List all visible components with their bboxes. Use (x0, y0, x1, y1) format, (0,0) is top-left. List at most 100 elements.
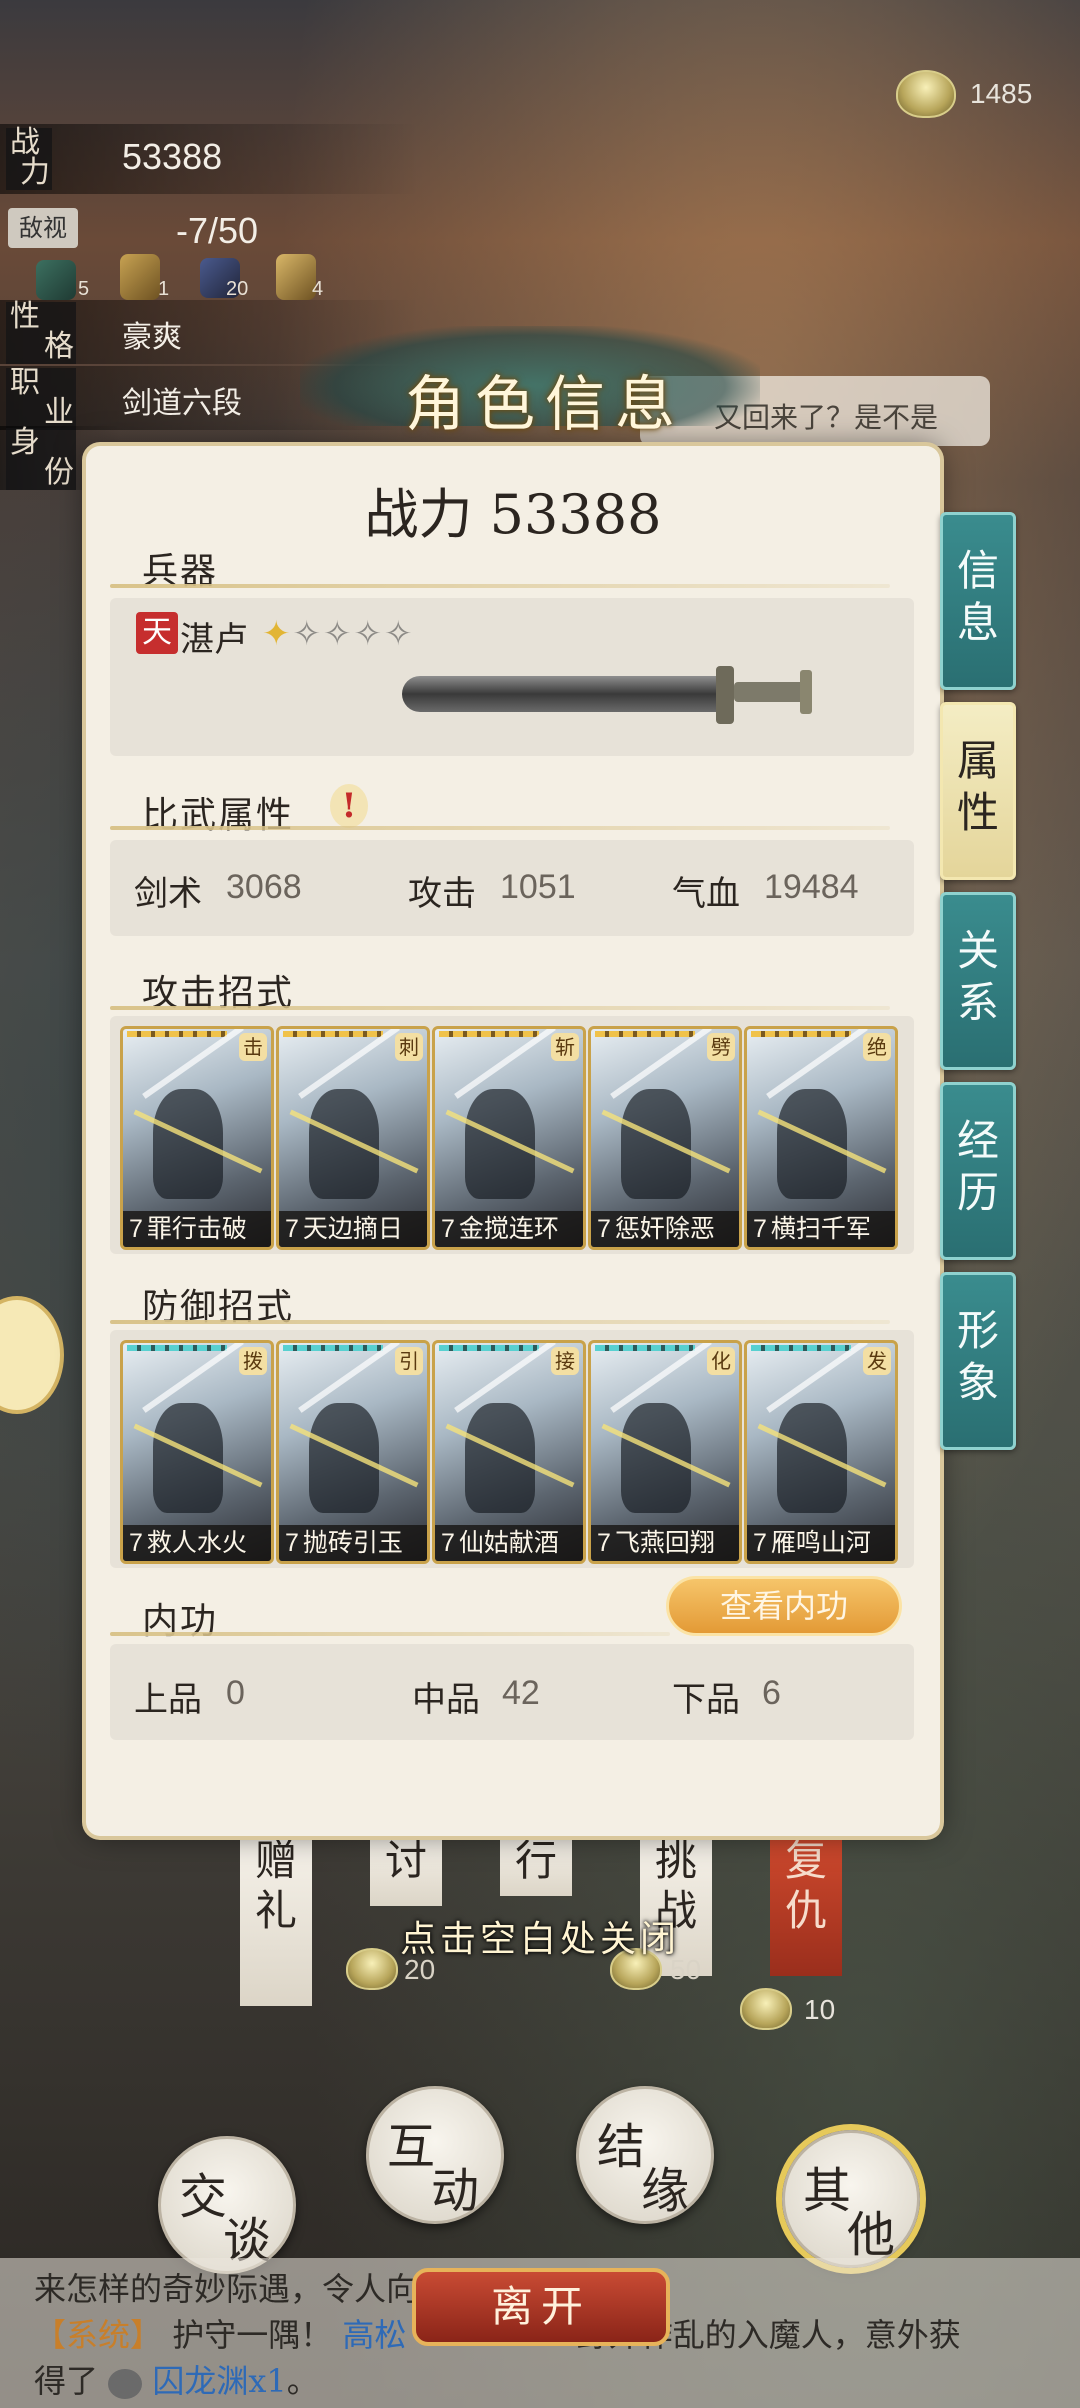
revenge-button[interactable]: 复仇 (770, 1836, 842, 1976)
log-text: 。 (286, 2362, 319, 2400)
stat-key: 剑术 (134, 874, 202, 914)
job-value: 剑道六段 (122, 386, 242, 421)
other-button[interactable]: 其 他 (782, 2130, 920, 2268)
stat-key: 下品 (672, 1680, 740, 1720)
job-label: 职 业 (6, 368, 76, 430)
log-line: 得了 囚龙渊x1。 (34, 2358, 319, 2404)
move-label: 7 惩奸除恶 (591, 1211, 739, 1247)
section-divider (110, 1320, 890, 1324)
tab-label: 关 (956, 926, 999, 975)
bond-button[interactable]: 结 缘 (576, 2086, 714, 2224)
star-filled-icon: ✦ (262, 614, 293, 654)
log-link[interactable]: 高松 (342, 2316, 406, 2354)
section-divider (110, 584, 890, 588)
card-progress-bar (595, 1031, 695, 1037)
defense-move-card[interactable]: 引 7 抛砖引玉 (276, 1340, 430, 1564)
card-art (621, 1403, 691, 1513)
hostility-label: 敌视 (8, 208, 78, 248)
side-tab[interactable]: 属性 (940, 702, 1016, 880)
card-art (777, 1403, 847, 1513)
side-tab[interactable]: 形象 (940, 1272, 1016, 1450)
attack-move-card[interactable]: 击 7 罪行击破 (120, 1026, 274, 1250)
stat-key: 攻击 (408, 874, 476, 914)
identity-label: 身 份 (6, 428, 76, 490)
move-label: 7 飞燕回翔 (591, 1525, 739, 1561)
move-label: 7 罪行击破 (123, 1211, 271, 1247)
move-label: 7 雁鸣山河 (747, 1525, 895, 1561)
sword-hilt-icon (734, 682, 804, 702)
move-type-tag: 化 (707, 1347, 735, 1375)
move-type-tag: 接 (551, 1347, 579, 1375)
attack-move-card[interactable]: 绝 7 横扫千军 (744, 1026, 898, 1250)
interact-button[interactable]: 互 动 (366, 2086, 504, 2224)
view-inner-button[interactable]: 查看内功 (666, 1576, 902, 1636)
stat-value: 0 (226, 1674, 245, 1712)
stat-value: 6 (762, 1674, 781, 1712)
section-divider (110, 1632, 670, 1636)
resource-count: 4 (312, 278, 324, 300)
system-tag: 【系统】 (34, 2316, 163, 2354)
stat-key: 中品 (412, 1680, 480, 1720)
side-tab[interactable]: 关系 (940, 892, 1016, 1070)
move-name: 金搅连环 (458, 1214, 559, 1243)
card-progress-bar (751, 1345, 851, 1351)
move-label: 7 金搅连环 (435, 1211, 583, 1247)
tab-label: 象 (956, 1358, 999, 1407)
move-type-tag: 斩 (551, 1033, 579, 1061)
card-progress-bar (283, 1031, 383, 1037)
resource-count: 1 (158, 278, 170, 300)
tab-label: 属 (956, 736, 999, 785)
log-text: 得了 (34, 2362, 99, 2400)
move-type-tag: 绝 (863, 1033, 891, 1061)
resource-count: 5 (78, 278, 90, 300)
move-type-tag: 劈 (707, 1033, 735, 1061)
tab-label: 系 (956, 978, 999, 1027)
attack-move-card[interactable]: 刺 7 天边摘日 (276, 1026, 430, 1250)
defense-move-card[interactable]: 发 7 雁鸣山河 (744, 1340, 898, 1564)
item-link[interactable]: 囚龙渊x1 (152, 2362, 286, 2400)
currency-amount: 1485 (970, 78, 1033, 109)
move-label: 7 抛砖引玉 (279, 1525, 427, 1561)
card-progress-bar (127, 1031, 227, 1037)
stat-key: 气血 (672, 874, 740, 914)
star-empty-icon: ✧ (292, 614, 323, 654)
card-progress-bar (751, 1031, 851, 1037)
tab-label: 经 (956, 1116, 999, 1165)
card-progress-bar (283, 1345, 383, 1351)
defense-move-card[interactable]: 拨 7 救人水火 (120, 1340, 274, 1564)
tab-label: 形 (956, 1306, 999, 1355)
attack-move-card[interactable]: 劈 7 惩奸除恶 (588, 1026, 742, 1250)
talk-button[interactable]: 交 谈 (158, 2136, 296, 2274)
attack-move-card[interactable]: 斩 7 金搅连环 (432, 1026, 586, 1250)
panel-power: 战力 53388 (364, 483, 662, 546)
act-button[interactable]: 行 (500, 1836, 572, 1896)
tea-bowl-icon (740, 1988, 792, 2030)
log-text: 护守一隅！ (172, 2316, 333, 2354)
card-art (309, 1089, 379, 1199)
move-label: 7 横扫千军 (747, 1211, 895, 1247)
move-name: 天边摘日 (302, 1214, 403, 1243)
resource-ore-icon (120, 254, 160, 300)
side-tab[interactable]: 经历 (940, 1082, 1016, 1260)
move-type-tag: 拨 (239, 1347, 267, 1375)
defense-move-card[interactable]: 化 7 飞燕回翔 (588, 1340, 742, 1564)
dragon-item-icon (108, 2368, 143, 2399)
card-progress-bar (439, 1031, 539, 1037)
star-empty-icon: ✧ (384, 614, 415, 654)
tab-label: 性 (956, 788, 999, 837)
card-art (777, 1089, 847, 1199)
defense-move-card[interactable]: 接 7 仙姑献酒 (432, 1340, 586, 1564)
section-divider (110, 826, 890, 830)
leave-button[interactable]: 离开 (412, 2268, 670, 2346)
stat-value: 1051 (500, 868, 576, 906)
tab-label: 息 (956, 598, 999, 647)
side-tab[interactable]: 信息 (940, 512, 1016, 690)
warning-icon[interactable]: ! (330, 784, 368, 828)
section-divider (110, 1006, 890, 1010)
move-level: 7 (129, 1529, 143, 1557)
panel-title: 角色信息 (405, 370, 685, 440)
card-art (465, 1403, 535, 1513)
sword-pommel-icon (800, 670, 812, 714)
move-type-tag: 刺 (395, 1033, 423, 1061)
ask-button[interactable]: 讨 (370, 1836, 442, 1906)
